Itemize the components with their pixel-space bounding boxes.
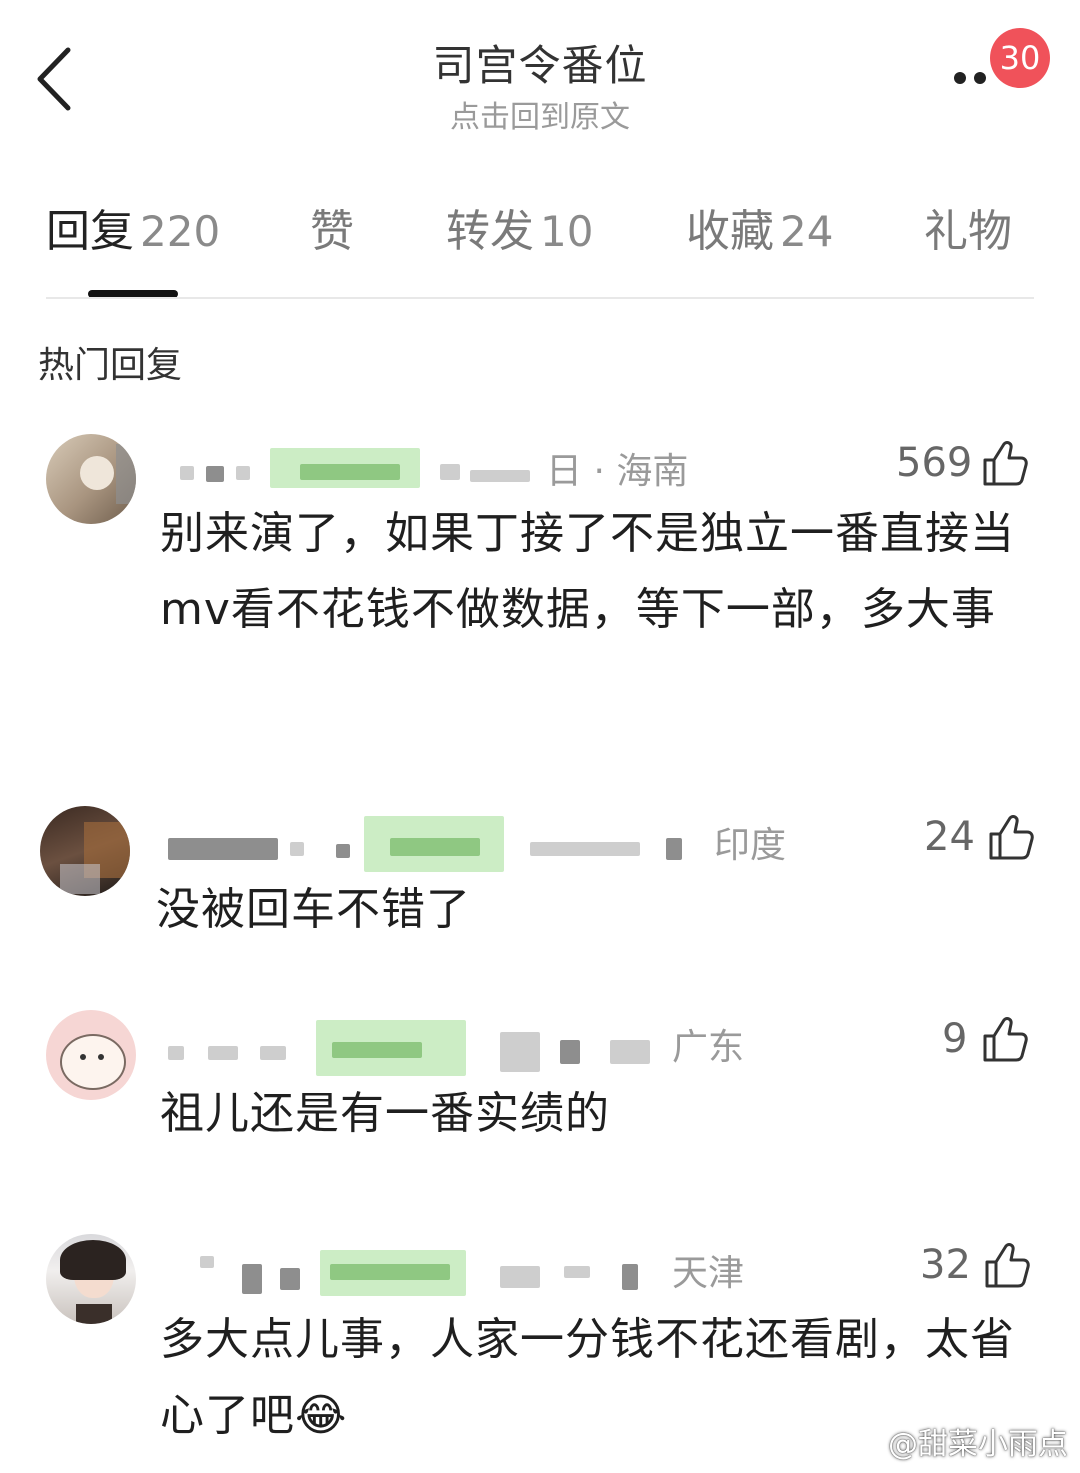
comment-item[interactable]: 天津 32 多大点儿事，人家一分钱不花还看剧，太省心了吧😂	[0, 1230, 1080, 1450]
masked-username[interactable]	[160, 816, 700, 872]
like-icon[interactable]	[980, 438, 1030, 488]
watermark: @甜菜小雨点	[888, 1427, 1068, 1462]
like-icon[interactable]	[986, 812, 1036, 862]
like-count: 569	[896, 440, 973, 486]
tab-gifts[interactable]: 礼物	[924, 195, 1012, 275]
masked-username[interactable]	[160, 1244, 680, 1296]
tab-count: 220	[140, 207, 221, 256]
comment-text: 没被回车不错了	[156, 884, 471, 935]
tab-label: 赞	[310, 206, 354, 257]
tab-favorites[interactable]: 收藏 24	[686, 195, 833, 275]
tab-divider	[46, 297, 1034, 299]
tab-label: 转发	[446, 206, 534, 257]
top-bar: 司宫令番位 点击回到原文 30	[0, 0, 1080, 150]
tab-reposts[interactable]: 转发 10	[446, 195, 593, 275]
hot-replies-heading: 热门回复	[38, 345, 183, 386]
like-count: 24	[924, 814, 975, 860]
avatar[interactable]	[40, 806, 130, 896]
like-icon[interactable]	[982, 1240, 1032, 1290]
comment-item[interactable]: 日 · 海南 569 别来演了，如果丁接了不是独立一番直接当mv看不花钱不做数据…	[0, 430, 1080, 730]
comment-text: 别来演了，如果丁接了不是独立一番直接当mv看不花钱不做数据，等下一部，多大事	[160, 508, 1015, 635]
more-icon-dot	[974, 72, 986, 84]
avatar[interactable]	[46, 1234, 136, 1324]
comment-text: 祖儿还是有一番实绩的	[160, 1088, 610, 1139]
more-icon	[954, 72, 966, 84]
masked-username[interactable]	[160, 1020, 700, 1076]
tab-count: 10	[540, 207, 594, 256]
comment-item[interactable]: 广东 9 祖儿还是有一番实绩的	[0, 1004, 1080, 1154]
comment-item[interactable]: 印度 24 没被回车不错了	[0, 800, 1080, 950]
page-title[interactable]: 司宫令番位	[0, 32, 1080, 93]
post-location: 日 · 海南	[546, 451, 689, 492]
like-count: 9	[942, 1016, 968, 1062]
like-count: 32	[920, 1242, 971, 1288]
like-icon[interactable]	[980, 1014, 1030, 1064]
post-location: 广东	[672, 1027, 745, 1068]
avatar[interactable]	[46, 434, 136, 524]
tab-likes[interactable]: 赞	[310, 195, 354, 275]
notification-badge: 30	[990, 28, 1050, 88]
tab-label: 礼物	[924, 206, 1012, 257]
tab-replies[interactable]: 回复 220	[46, 195, 220, 275]
back-to-original-link[interactable]: 点击回到原文	[0, 92, 1080, 136]
tab-bar: 回复 220 赞 转发 10 收藏 24 礼物	[0, 195, 1080, 275]
tab-label: 回复	[46, 206, 134, 257]
post-location: 印度	[714, 825, 787, 866]
post-location: 天津	[672, 1253, 745, 1294]
avatar[interactable]	[46, 1010, 136, 1100]
tab-count: 24	[780, 207, 834, 256]
tab-label: 收藏	[686, 206, 774, 257]
